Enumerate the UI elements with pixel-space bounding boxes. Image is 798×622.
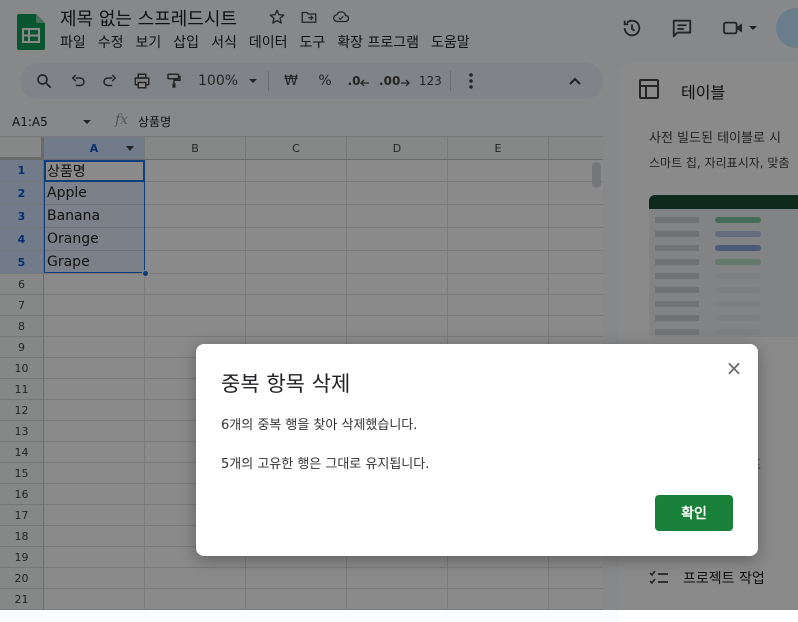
remove-duplicates-dialog: 중복 항목 삭제 × 6개의 중복 행을 찾아 삭제했습니다. 5개의 고유한 … xyxy=(196,344,758,556)
close-icon[interactable]: × xyxy=(724,356,744,380)
ok-button[interactable]: 확인 xyxy=(655,495,733,531)
sheets-app: 제목 없는 스프레드시트 파일 수정 보기 삽입 서식 데이터 도구 확장 프로… xyxy=(0,0,798,622)
dialog-message-removed: 6개의 중복 행을 찾아 삭제했습니다. xyxy=(221,418,418,433)
dialog-title: 중복 항목 삭제 xyxy=(221,372,351,396)
dialog-message-remaining: 5개의 고유한 행은 그대로 유지됩니다. xyxy=(221,457,430,472)
